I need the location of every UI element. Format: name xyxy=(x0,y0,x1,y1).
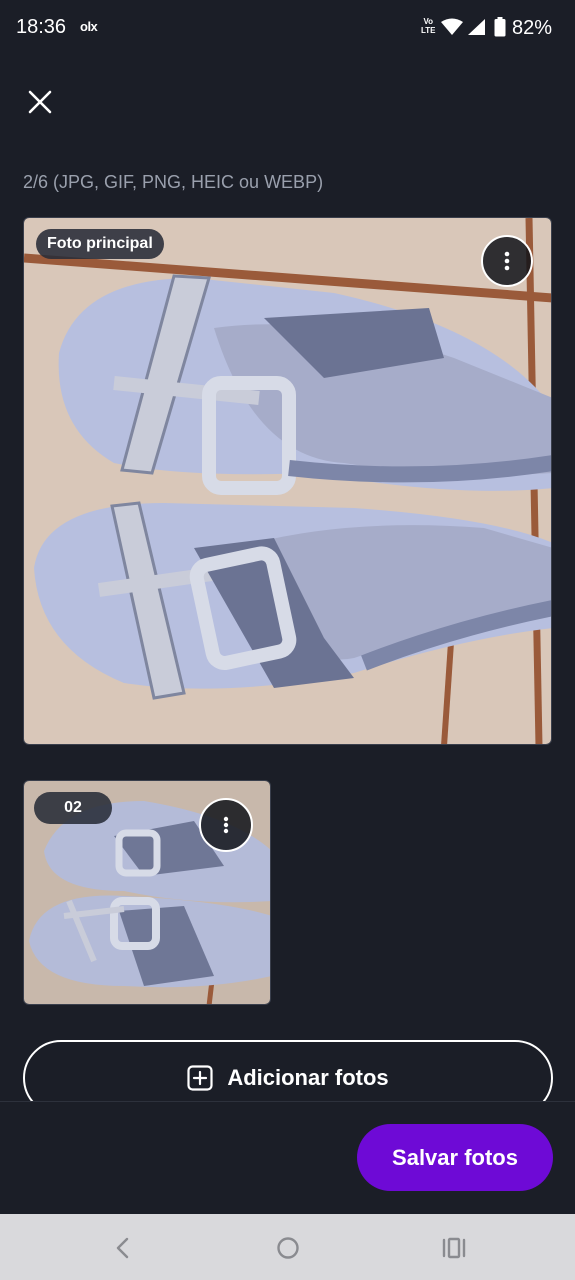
add-photos-label: Adicionar fotos xyxy=(227,1065,389,1090)
photo-card-main[interactable]: Foto principal xyxy=(23,217,552,745)
nav-home-button[interactable] xyxy=(271,1231,305,1265)
close-icon xyxy=(28,90,52,114)
battery-icon xyxy=(494,17,506,37)
close-button[interactable] xyxy=(22,84,58,120)
home-icon xyxy=(277,1237,299,1259)
nav-recents-button[interactable] xyxy=(437,1231,471,1265)
photo-card-2[interactable]: 02 xyxy=(23,780,271,1005)
main-photo-badge: Foto principal xyxy=(36,229,164,259)
sandals-photo xyxy=(24,218,551,744)
photo-counter: 2/6 (JPG, GIF, PNG, HEIC ou WEBP) xyxy=(23,172,324,192)
volte-icon: Vo LTE xyxy=(421,17,436,35)
battery-percent: 82% xyxy=(512,17,553,39)
olx-notification-icon: olx xyxy=(80,19,98,34)
signal-icon xyxy=(468,19,485,35)
back-icon xyxy=(116,1237,129,1259)
photo-number-badge: 02 xyxy=(34,792,112,824)
status-bar: 18:36 olx Vo LTE 82% xyxy=(0,0,575,56)
recents-icon xyxy=(442,1237,466,1259)
plus-square-icon xyxy=(187,1065,213,1091)
wifi-icon xyxy=(441,18,463,35)
more-vertical-icon xyxy=(223,816,229,834)
photo-menu-button[interactable] xyxy=(199,798,253,852)
photo-menu-button[interactable] xyxy=(481,235,533,287)
status-time: 18:36 xyxy=(16,16,67,38)
system-nav-bar xyxy=(0,1214,575,1280)
more-vertical-icon xyxy=(504,251,510,271)
save-photos-button[interactable]: Salvar fotos xyxy=(357,1124,553,1191)
nav-back-button[interactable] xyxy=(106,1231,140,1265)
